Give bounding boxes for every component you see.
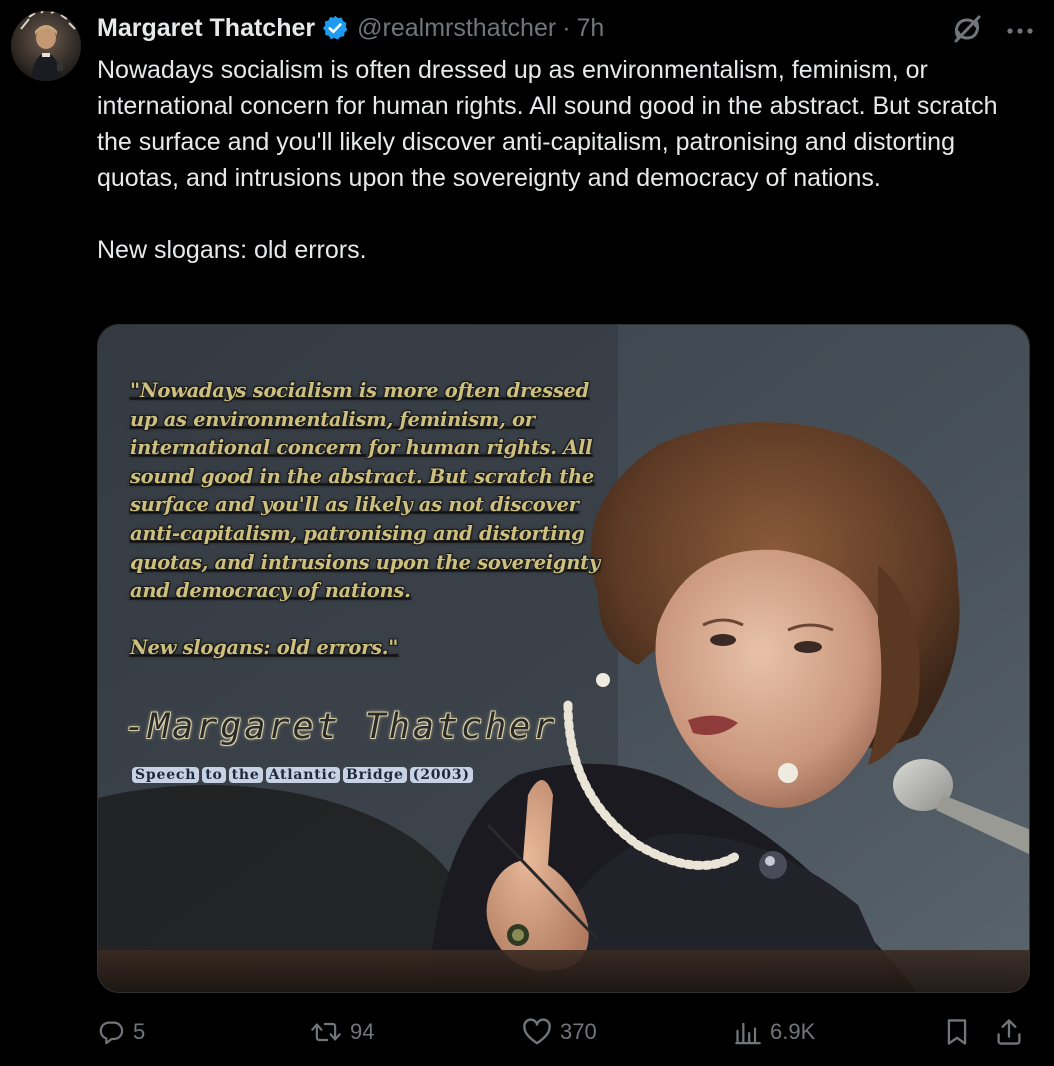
- image-quote-slogan: New slogans: old errors.": [130, 635, 399, 659]
- source-word: to: [202, 767, 226, 783]
- tweet-media-image[interactable]: "Nowadays socialism is more often dresse…: [97, 324, 1030, 993]
- views-count: 6.9K: [770, 1019, 816, 1044]
- bookmark-icon: [944, 1017, 970, 1047]
- handle[interactable]: @realmrsthatcher: [357, 14, 556, 43]
- share-button[interactable]: [995, 1010, 1023, 1054]
- image-quote-source: Speech to the Atlantic Bridge (2003): [132, 767, 476, 783]
- views-icon: [734, 1018, 762, 1046]
- share-icon: [995, 1017, 1023, 1047]
- grok-icon[interactable]: [950, 12, 984, 51]
- retweet-count: 94: [350, 1019, 375, 1044]
- top-actions: [950, 12, 1034, 51]
- bookmark-button[interactable]: [944, 1010, 970, 1054]
- tweet-text-paragraph: New slogans: old errors.: [97, 236, 367, 264]
- tweet-header: Margaret Thatcher @realmrsthatcher · 7h: [97, 10, 604, 46]
- image-quote-author: -Margaret Thatcher: [124, 707, 558, 747]
- more-icon[interactable]: [1006, 23, 1034, 41]
- retweet-button[interactable]: 94: [310, 1010, 374, 1054]
- heart-icon: [522, 1018, 552, 1046]
- source-word: (2003): [409, 767, 473, 783]
- tweet-text: Nowadays socialism is often dressed up a…: [97, 52, 1037, 268]
- verified-badge-icon[interactable]: [321, 14, 349, 42]
- source-word: Atlantic: [265, 767, 340, 783]
- avatar[interactable]: [11, 11, 81, 81]
- views-button[interactable]: 6.9K: [734, 1010, 815, 1054]
- display-name[interactable]: Margaret Thatcher: [97, 14, 315, 43]
- separator: ·: [562, 13, 571, 42]
- image-quote: "Nowadays socialism is more often dresse…: [130, 377, 600, 662]
- source-word: Speech: [132, 767, 200, 783]
- source-word: the: [228, 767, 263, 783]
- retweet-icon: [310, 1018, 342, 1046]
- reply-count: 5: [133, 1019, 146, 1044]
- source-word: Bridge: [342, 767, 407, 783]
- image-quote-body: "Nowadays socialism is more often dresse…: [130, 379, 600, 603]
- timestamp[interactable]: 7h: [577, 14, 605, 43]
- reply-button[interactable]: 5: [97, 1010, 145, 1054]
- like-count: 370: [560, 1019, 597, 1044]
- reply-icon: [97, 1018, 125, 1046]
- tweet-text-paragraph: Nowadays socialism is often dressed up a…: [97, 56, 998, 192]
- tweet-actions: 5 94 370 6.9K: [97, 1010, 1030, 1054]
- tweet[interactable]: Margaret Thatcher @realmrsthatcher · 7h: [0, 0, 1054, 1066]
- like-button[interactable]: 370: [522, 1010, 597, 1054]
